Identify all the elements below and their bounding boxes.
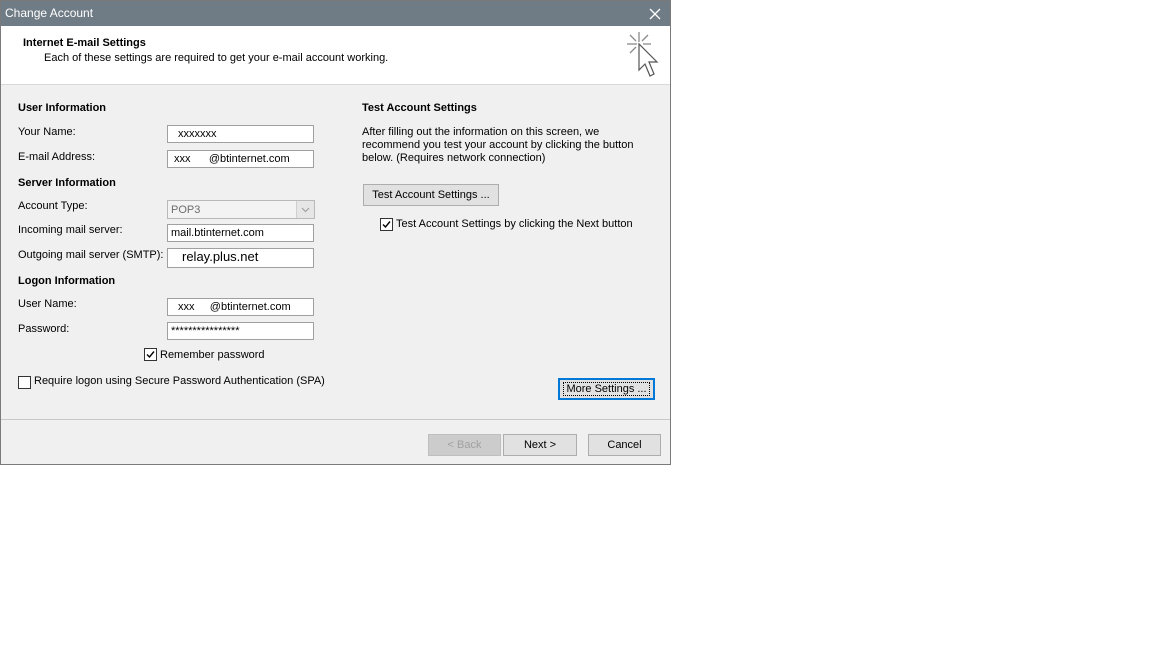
test-settings-heading: Test Account Settings <box>362 102 477 114</box>
incoming-server-field[interactable]: mail.btinternet.com <box>167 224 314 242</box>
checkmark-icon <box>146 351 155 359</box>
email-address-label: E-mail Address: <box>18 151 96 163</box>
change-account-dialog: Change Account Internet E-mail Settings … <box>0 0 671 465</box>
cancel-button[interactable]: Cancel <box>588 434 661 456</box>
your-name-field[interactable]: xxxxxxx <box>167 125 314 143</box>
account-type-value: POP3 <box>171 204 201 216</box>
test-account-settings-button[interactable]: Test Account Settings ... <box>363 184 499 206</box>
password-label: Password: <box>18 323 70 335</box>
dropdown-arrow <box>296 201 314 218</box>
spa-label: Require logon using Secure Password Auth… <box>34 375 325 387</box>
account-type-label: Account Type: <box>18 200 88 212</box>
click-cursor-icon <box>627 32 659 77</box>
chevron-down-icon <box>301 207 310 212</box>
test-on-next-checkbox[interactable] <box>380 218 393 231</box>
email-address-field[interactable]: xxx @btinternet.com <box>167 150 314 168</box>
password-field[interactable]: **************** <box>167 322 314 340</box>
user-name-field[interactable]: xxx @btinternet.com <box>167 298 314 316</box>
server-info-heading: Server Information <box>18 177 116 189</box>
header-subtitle: Each of these settings are required to g… <box>44 52 389 64</box>
more-settings-label: More Settings ... <box>563 382 650 396</box>
header-title: Internet E-mail Settings <box>23 37 146 49</box>
logon-info-heading: Logon Information <box>18 275 116 287</box>
checkmark-icon <box>382 221 391 229</box>
window-title: Change Account <box>5 6 94 20</box>
account-type-select: POP3 <box>167 200 315 219</box>
user-name-label: User Name: <box>18 298 77 310</box>
test-on-next-label: Test Account Settings by clicking the Ne… <box>396 218 633 230</box>
test-settings-description: After filling out the information on thi… <box>362 126 634 164</box>
outgoing-server-field[interactable]: relay.plus.net <box>167 248 314 268</box>
remember-password-label: Remember password <box>160 349 265 361</box>
outgoing-server-label: Outgoing mail server (SMTP): <box>18 249 164 261</box>
footer-divider <box>1 419 670 420</box>
back-button[interactable]: < Back <box>428 434 501 456</box>
incoming-server-label: Incoming mail server: <box>18 224 123 236</box>
user-info-heading: User Information <box>18 102 107 114</box>
title-bar: Change Account <box>1 1 670 26</box>
more-settings-button[interactable]: More Settings ... <box>558 378 655 400</box>
next-button[interactable]: Next > <box>503 434 577 456</box>
remember-password-checkbox[interactable] <box>144 348 157 361</box>
close-icon <box>649 8 661 19</box>
dialog-header: Internet E-mail Settings Each of these s… <box>1 26 670 85</box>
your-name-label: Your Name: <box>18 126 76 138</box>
close-button[interactable] <box>642 1 668 26</box>
spa-checkbox[interactable] <box>18 376 31 389</box>
